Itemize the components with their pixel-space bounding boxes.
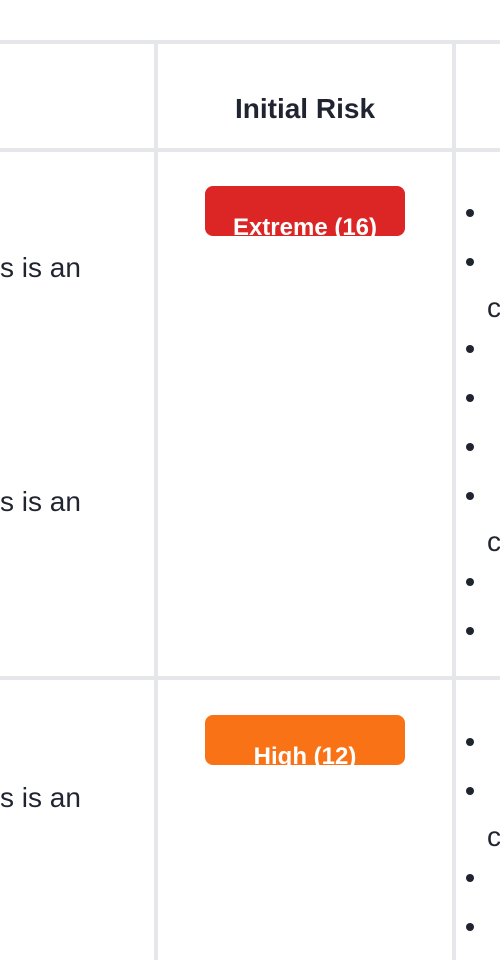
risk-table: Initial Risk s is an s is an Extreme (16… <box>0 0 500 960</box>
initial-risk-column-header: Initial Risk <box>234 93 376 124</box>
control-bullet <box>466 258 474 266</box>
column-divider-1 <box>154 40 158 960</box>
risk-badge-label: High (12) <box>253 743 357 765</box>
header-cell-description <box>0 44 154 148</box>
risk-badge-label: Extreme (16) <box>232 214 378 236</box>
header-cell-controls <box>456 44 500 148</box>
row-1-description-line-2: s is an <box>0 486 81 517</box>
control-text-fragment: c <box>487 292 500 323</box>
control-bullet <box>466 738 474 746</box>
control-text-fragment: c <box>487 526 500 557</box>
row-divider <box>0 676 500 680</box>
control-bullet <box>466 787 474 795</box>
risk-badge-high: High (12) <box>205 715 405 765</box>
control-text-fragment: c <box>487 821 500 852</box>
control-bullet <box>466 923 474 931</box>
row-2-description-line-1: s is an <box>0 782 81 813</box>
risk-register-page: Initial Risk s is an s is an Extreme (16… <box>0 0 500 960</box>
control-bullet <box>466 345 474 353</box>
row-1-description-line-1: s is an <box>0 252 81 283</box>
column-divider-2 <box>452 40 456 960</box>
table-top-border <box>0 40 500 44</box>
header-bottom-border <box>0 148 500 152</box>
control-bullet <box>466 627 474 635</box>
header-cell-initial-risk: Initial Risk <box>158 44 452 148</box>
control-bullet <box>466 443 474 451</box>
control-bullet <box>466 874 474 882</box>
control-bullet <box>466 492 474 500</box>
control-bullet <box>466 209 474 217</box>
risk-badge-extreme: Extreme (16) <box>205 186 405 236</box>
control-bullet <box>466 394 474 402</box>
control-bullet <box>466 578 474 586</box>
